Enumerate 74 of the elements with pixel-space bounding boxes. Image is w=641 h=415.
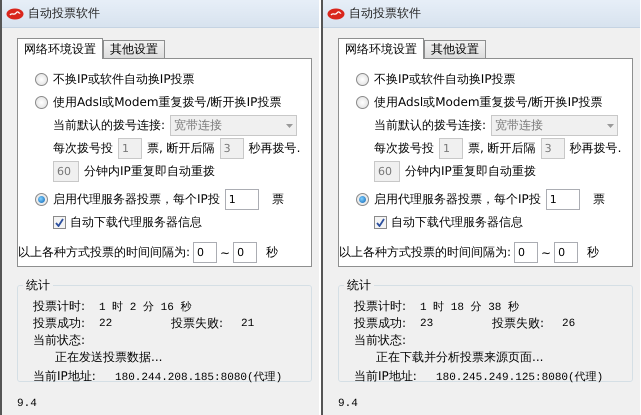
version-text: 9.4 xyxy=(338,398,359,410)
field-label: 秒 xyxy=(266,244,278,261)
window-title: 自动投票软件 xyxy=(349,5,421,22)
stat-label: 投票成功: xyxy=(33,315,86,332)
stat-label: 投票失败: xyxy=(171,315,224,332)
field-label: 以上各种方式投票的时间间隔为: xyxy=(18,244,190,261)
stat-label: 当前状态: xyxy=(33,332,86,349)
field-label: 票, 断开后隔 xyxy=(468,140,536,157)
stat-value: 21 xyxy=(241,318,254,330)
field-label: 票, 断开后隔 xyxy=(147,140,215,157)
stat-label: 投票计时: xyxy=(354,298,408,315)
option-label: 启用代理服务器投票，每个IP投 xyxy=(374,191,541,208)
caret-icon xyxy=(286,124,294,128)
tab[interactable]: 网络环境设置 xyxy=(17,38,103,59)
tab[interactable]: 其他设置 xyxy=(103,40,165,58)
stat-value: 22 xyxy=(99,318,114,330)
input-field[interactable]: 0 xyxy=(554,242,578,263)
status-text: 正在发送投票数据... xyxy=(54,349,162,366)
field-label: 票 xyxy=(272,191,284,208)
version-text: 9.4 xyxy=(17,398,38,410)
checkbox[interactable] xyxy=(53,216,66,229)
stat-label: 当前状态: xyxy=(354,332,406,349)
field-label: 秒再拨号. xyxy=(570,140,622,157)
stat-label: 投票计时: xyxy=(33,298,86,315)
radio-button[interactable] xyxy=(356,96,369,109)
field-label: 秒再拨号. xyxy=(248,140,300,157)
option-label: 不换IP或软件自动换IP投票 xyxy=(374,71,516,88)
field-label: 每次拨号投 xyxy=(53,140,113,157)
status-text: 正在下载并分析投票来源页面... xyxy=(375,349,544,366)
field-label: 当前默认的拨号连接: xyxy=(53,117,166,134)
field-label: 当前默认的拨号连接: xyxy=(374,117,486,134)
stat-label: 投票成功: xyxy=(354,315,408,332)
input-field[interactable]: 1 xyxy=(546,189,580,210)
radio-button[interactable] xyxy=(356,193,369,206)
app-icon xyxy=(6,8,24,20)
input-field[interactable]: 1 xyxy=(224,189,259,210)
field-label: 分钟内IP重复即自动重拨 xyxy=(84,163,215,180)
field-label: 以上各种方式投票的时间间隔为: xyxy=(339,244,512,261)
caret-icon xyxy=(607,124,614,128)
option-label: 使用Adsl或Modem重复拨号/断开换IP投票 xyxy=(374,94,602,111)
field-label: 秒 xyxy=(587,244,600,261)
option-label: 自动下载代理服务器信息 xyxy=(391,214,523,231)
input-field[interactable]: 0 xyxy=(514,242,538,263)
radio-button[interactable] xyxy=(356,73,369,86)
tab[interactable]: 其他设置 xyxy=(424,40,486,58)
separator: ~ xyxy=(541,246,552,260)
stat-label: 当前IP地址: xyxy=(33,368,97,385)
dropdown-value: 宽带连接 xyxy=(495,117,544,134)
field-label: 分钟内IP重复即自动重拨 xyxy=(405,163,536,180)
window-title: 自动投票软件 xyxy=(28,5,100,22)
stat-label: 投票失败: xyxy=(492,315,546,332)
field-label: 每次拨号投 xyxy=(374,140,434,157)
stat-value: 180.244.208.185:8080(代理) xyxy=(115,370,282,384)
stat-value: 180.245.249.125:8080(代理) xyxy=(436,370,604,384)
radio-button[interactable] xyxy=(35,73,48,86)
field-label: 票 xyxy=(592,191,605,208)
stat-value: 26 xyxy=(562,318,576,330)
stat-value: 1 时 18 分 38 秒 xyxy=(420,300,520,314)
app-icon xyxy=(327,8,345,20)
input-field[interactable]: 0 xyxy=(233,242,258,263)
radio-button[interactable] xyxy=(35,193,48,206)
stat-label: 当前IP地址: xyxy=(354,368,418,385)
tab[interactable]: 网络环境设置 xyxy=(338,38,424,59)
option-label: 不换IP或软件自动换IP投票 xyxy=(53,71,195,88)
option-label: 使用Adsl或Modem重复拨号/断开换IP投票 xyxy=(53,94,282,111)
stat-value: 1 时 2 分 16 秒 xyxy=(99,300,192,314)
option-label: 自动下载代理服务器信息 xyxy=(70,214,202,231)
checkbox[interactable] xyxy=(374,216,387,229)
radio-button[interactable] xyxy=(35,96,48,109)
input-field[interactable]: 0 xyxy=(193,242,218,263)
stat-value: 23 xyxy=(420,318,434,330)
dropdown-value: 宽带连接 xyxy=(174,117,222,134)
separator: ~ xyxy=(220,246,230,260)
option-label: 启用代理服务器投票，每个IP投 xyxy=(53,191,220,208)
